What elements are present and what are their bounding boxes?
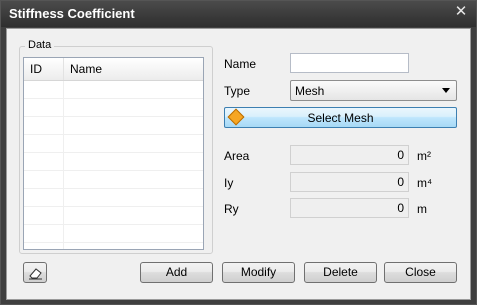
column-header-id[interactable]: ID bbox=[24, 58, 64, 80]
list-cell bbox=[24, 171, 64, 188]
list-cell bbox=[24, 189, 64, 206]
window-title: Stiffness Coefficient bbox=[9, 6, 135, 21]
select-mesh-label: Select Mesh bbox=[307, 111, 374, 125]
list-row-empty bbox=[24, 81, 203, 99]
type-selected-value: Mesh bbox=[295, 84, 325, 98]
list-row-empty bbox=[24, 153, 203, 171]
close-icon[interactable]: ✕ bbox=[454, 4, 468, 20]
data-list[interactable]: ID Name bbox=[23, 57, 204, 250]
ry-unit: m bbox=[417, 202, 427, 216]
list-cell bbox=[24, 117, 64, 134]
iy-label: Iy bbox=[224, 176, 234, 190]
area-value: 0 bbox=[397, 148, 404, 162]
list-header: ID Name bbox=[24, 58, 203, 81]
list-row-empty bbox=[24, 189, 203, 207]
list-cell bbox=[24, 207, 64, 224]
type-dropdown[interactable]: Mesh bbox=[290, 80, 457, 101]
clear-button[interactable] bbox=[23, 262, 47, 283]
list-cell bbox=[24, 225, 64, 242]
list-row-empty bbox=[24, 99, 203, 117]
list-cell bbox=[24, 99, 64, 116]
list-row-empty bbox=[24, 171, 203, 189]
list-row-empty bbox=[24, 207, 203, 225]
iy-field: 0 bbox=[290, 172, 409, 192]
ry-field: 0 bbox=[290, 198, 409, 218]
type-label: Type bbox=[224, 84, 251, 98]
name-field[interactable] bbox=[290, 53, 409, 73]
close-button[interactable]: Close bbox=[384, 262, 457, 283]
add-button[interactable]: Add bbox=[140, 262, 213, 283]
area-field: 0 bbox=[290, 145, 409, 165]
ry-value: 0 bbox=[397, 201, 404, 215]
list-row-empty bbox=[24, 117, 203, 135]
eraser-icon bbox=[29, 268, 42, 280]
iy-unit: m⁴ bbox=[417, 176, 433, 190]
ry-label: Ry bbox=[224, 202, 239, 216]
list-cell bbox=[24, 135, 64, 152]
area-unit: m² bbox=[417, 149, 431, 163]
name-label: Name bbox=[224, 57, 257, 71]
list-row-empty bbox=[24, 225, 203, 243]
list-cell bbox=[24, 243, 64, 249]
list-row-empty bbox=[24, 135, 203, 153]
list-row-empty bbox=[24, 243, 203, 249]
select-mesh-button[interactable]: Select Mesh bbox=[224, 107, 457, 128]
stiffness-coefficient-dialog: Stiffness Coefficient ✕ Data ID Name Nam… bbox=[0, 0, 477, 305]
dialog-body: Data ID Name Name Type Mesh Select Mesh … bbox=[6, 28, 471, 300]
list-rows bbox=[24, 81, 203, 249]
list-cell bbox=[24, 153, 64, 170]
modify-button[interactable]: Modify bbox=[222, 262, 295, 283]
data-group-title: Data bbox=[25, 39, 55, 51]
title-bar[interactable]: Stiffness Coefficient ✕ bbox=[1, 1, 476, 27]
column-header-name[interactable]: Name bbox=[64, 58, 201, 80]
list-cell bbox=[24, 81, 64, 98]
delete-button[interactable]: Delete bbox=[304, 262, 377, 283]
chevron-down-icon bbox=[442, 88, 450, 93]
area-label: Area bbox=[224, 149, 250, 163]
iy-value: 0 bbox=[397, 175, 404, 189]
